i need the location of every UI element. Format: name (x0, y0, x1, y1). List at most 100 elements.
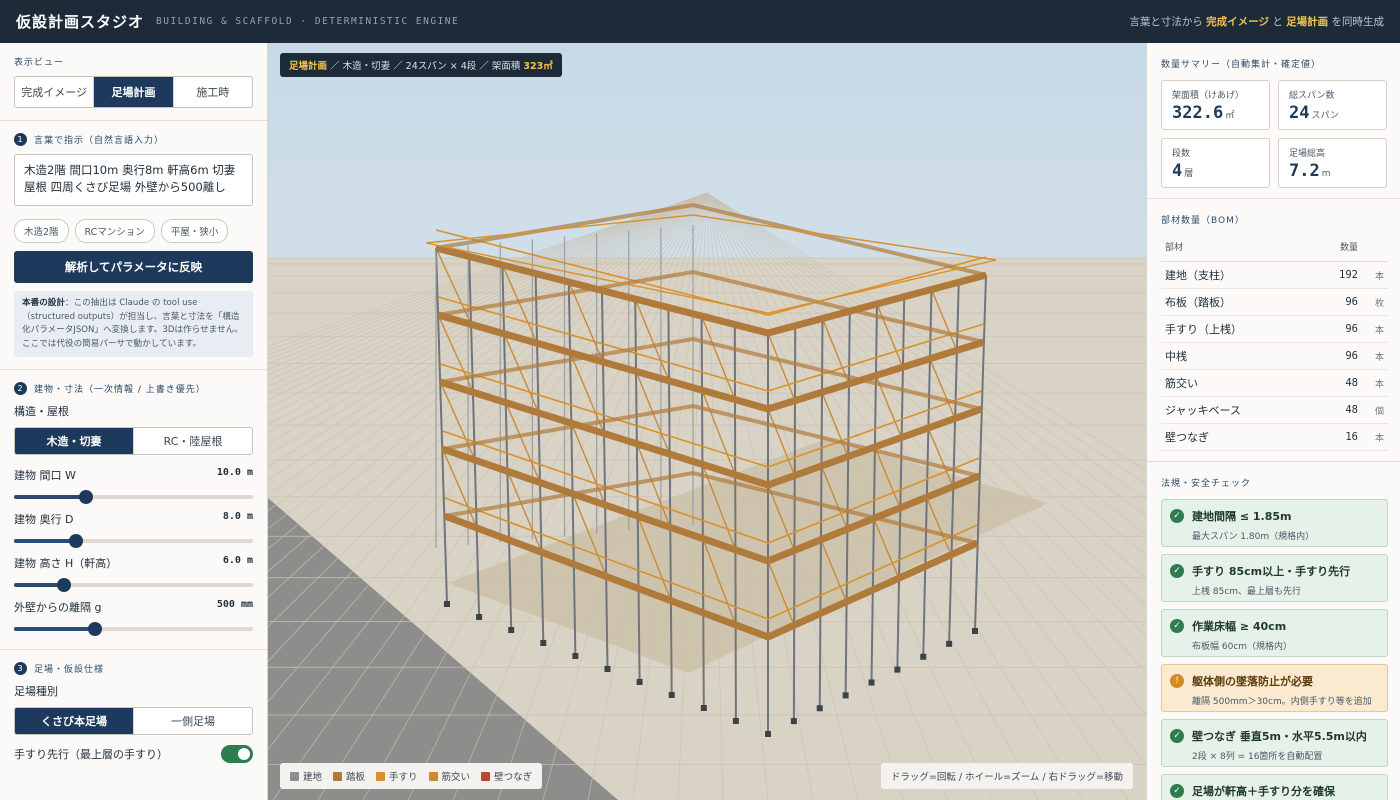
scaffold-label: 3 足場・仮設仕様 (14, 662, 253, 675)
handrail-toggle[interactable] (221, 745, 253, 763)
structure-option-wood[interactable]: 木造・切妻 (15, 428, 134, 454)
check-icon: ✓ (1170, 509, 1184, 523)
tagline-post: を同時生成 (1331, 16, 1385, 28)
structure-toggle: 木造・切妻 RC・陸屋根 (14, 427, 253, 455)
view-label: 表示ビュー (14, 58, 65, 68)
scaffold-section: 3 足場・仮設仕様 足場種別 くさび本足場 一側足場 手すり先行（最上層の手すり） (0, 650, 267, 775)
legend: 建地 踏板 手すり 筋交い 壁つなぎ (280, 763, 543, 789)
bom-unit: 個 (1362, 396, 1388, 424)
jack-base (842, 692, 849, 699)
jack-base (444, 601, 450, 607)
slider-height-track[interactable] (14, 578, 253, 592)
slider-width-knob[interactable] (78, 490, 93, 504)
step-3-badge: 3 (14, 662, 27, 675)
structure-option-rc[interactable]: RC・陸屋根 (134, 428, 252, 454)
preset-chip-rc[interactable]: RCマンション (74, 219, 155, 243)
handrail-toggle-label: 手すり先行（最上層の手すり） (14, 748, 168, 761)
table-row: 中桟 96 本 (1161, 342, 1388, 370)
header-tagline: 言葉と寸法から 完成イメージ と 足場計画 を同時生成 (1129, 14, 1384, 29)
bom-qty: 48 (1313, 396, 1362, 424)
checks-list: ✓ 建地間隔 ≤ 1.85m 最大スパン 1.80m（規格内） ✓ 手すり 85cm以上… (1161, 499, 1388, 800)
legend-item-brace: 筋交い (428, 769, 470, 783)
slider-width-track[interactable] (14, 490, 253, 504)
bom-qty: 96 (1313, 315, 1362, 343)
jack-base (765, 731, 771, 737)
view-section: 表示ビュー 完成イメージ 足場計画 施工時 (0, 43, 267, 121)
nl-label-text: 言葉で指示（自然言語入力） (34, 136, 165, 146)
scaffold-post (792, 325, 797, 721)
info-spans: 24スパン × 4段 (405, 61, 477, 72)
slider-gap-knob[interactable] (88, 622, 103, 636)
jack-base (668, 692, 675, 698)
parse-button[interactable]: 解析してパラメータに反映 (14, 251, 253, 283)
slider-height: 建物 高さ H（軒高） 6.0 m (14, 555, 253, 592)
bom-part: 布板（踏板） (1161, 288, 1314, 316)
bom-label: 部材数量（BOM） (1161, 216, 1245, 226)
viewport-info-bar: 足場計画 ／ 木造・切妻 ／ 24スパン × 4段 ／ 架面積 323㎡ (280, 53, 562, 77)
bom-unit: 本 (1362, 369, 1388, 397)
scaffold-type-label: 足場種別 (14, 685, 58, 698)
tagline-pre: 言葉と寸法から (1129, 16, 1203, 28)
jack-base (700, 705, 707, 711)
slider-height-value: 6.0 m (222, 555, 253, 566)
card-area: 架面積（けあげ） 322.6 ㎡ (1161, 80, 1270, 130)
nl-textarea[interactable]: 木造2階 間口10m 奥行8m 軒高6m 切妻屋根 四周くさび足場 外壁から50… (14, 154, 253, 206)
table-row: ジャッキベース 48 個 (1161, 396, 1388, 424)
tagline-mid: と (1272, 16, 1283, 28)
check-item: ✓足場が軒高＋手すり分を確保足場総高 7.2m ＞ 軒高 6.0m (1161, 774, 1388, 800)
bom-col-part: 部材 (1161, 236, 1314, 262)
handrail-toggle-row: 手すり先行（最上層の手すり） (14, 745, 253, 763)
slider-depth-knob[interactable] (69, 534, 84, 548)
bom-qty: 192 (1313, 261, 1362, 289)
design-note: 本番の設計：この抽出は Claude の tool use（structured… (14, 291, 253, 357)
scaffold-type-toggle: くさび本足場 一側足場 (14, 707, 253, 735)
view-option-scaffold[interactable]: 足場計画 (94, 77, 174, 107)
view-option-complete[interactable]: 完成イメージ (15, 77, 95, 107)
bom-qty: 96 (1313, 342, 1362, 370)
slider-gap-track[interactable] (14, 622, 253, 636)
warning-icon: ! (1170, 674, 1184, 688)
check-detail: 離隔 500mm＞30cm。内側手すり等を追加 (1192, 697, 1372, 707)
summary-label: 数量サマリー（自動集計・確定値） (1161, 60, 1322, 70)
bom-unit: 本 (1362, 423, 1388, 451)
bom-qty: 96 (1313, 288, 1362, 316)
scaffold-post (733, 324, 737, 721)
view-option-construction[interactable]: 施工時 (174, 77, 252, 107)
slider-height-knob[interactable] (57, 578, 72, 592)
table-row: 建地（支柱） 192 本 (1161, 261, 1388, 289)
legend-item-handrail: 手すり (376, 769, 418, 783)
slider-depth-track[interactable] (14, 534, 253, 548)
scaffold-label-text: 足場・仮設仕様 (34, 665, 105, 675)
check-detail: 最大スパン 1.80m（規格内） (1192, 532, 1315, 542)
check-detail: 2段 × 8列 = 16箇所を自動配置 (1192, 752, 1323, 762)
slider-depth-value: 8.0 m (222, 511, 253, 522)
preset-chip-wood[interactable]: 木造2階 (14, 219, 69, 243)
slider-gap: 外壁からの離隔 g 500 mm (14, 599, 253, 636)
left-panel: 表示ビュー 完成イメージ 足場計画 施工時 1 言葉で指示（自然言語入力） 木造2… (0, 43, 268, 800)
jack-base (920, 653, 927, 660)
dims-section: 2 建物・寸法（一次情報 / 上書き優先） 構造・屋根 木造・切妻 RC・陸屋根 … (0, 370, 267, 650)
scaffold-type-single[interactable]: 一側足場 (134, 708, 252, 734)
check-title: 躯体側の墜落防止が必要 (1192, 675, 1313, 688)
controls-hint: ドラッグ=回転 / ホイール=ズーム / 右ドラッグ=移動 (880, 763, 1133, 789)
bom-part: 建地（支柱） (1161, 261, 1314, 289)
jack-base (868, 679, 875, 686)
table-row: 手すり（上桟） 96 本 (1161, 315, 1388, 343)
tagline-highlight-plan: 足場計画 (1286, 16, 1329, 28)
jack-base (508, 627, 515, 633)
note-bold: 本番の設計 (22, 298, 65, 308)
check-icon: ✓ (1170, 619, 1184, 633)
slider-width-value: 10.0 m (216, 467, 253, 478)
legend-item-post: 建地 (290, 769, 322, 783)
scaffold-type-wedge[interactable]: くさび本足場 (15, 708, 134, 734)
summary-cards: 架面積（けあげ） 322.6 ㎡ 総スパン数 24 スパン 段数 4 層 足場総高 7.2 m (1161, 80, 1388, 188)
app-title: 仮設計画スタジオ (16, 13, 145, 31)
table-row: 壁つなぎ 16 本 (1161, 423, 1388, 451)
scaffold-scene[interactable] (268, 43, 1146, 800)
checks-label: 法規・安全チェック (1161, 479, 1252, 489)
jack-base (604, 666, 611, 672)
preset-chip-flat[interactable]: 平屋・狭小 (160, 219, 229, 243)
3d-viewport[interactable]: 足場計画 ／ 木造・切妻 ／ 24スパン × 4段 ／ 架面積 323㎡ 建地 … (268, 43, 1146, 800)
check-item: ✓ 作業床幅 ≥ 40cm 布板幅 60cm（規格内） (1161, 609, 1388, 657)
bom-qty: 48 (1313, 369, 1362, 397)
